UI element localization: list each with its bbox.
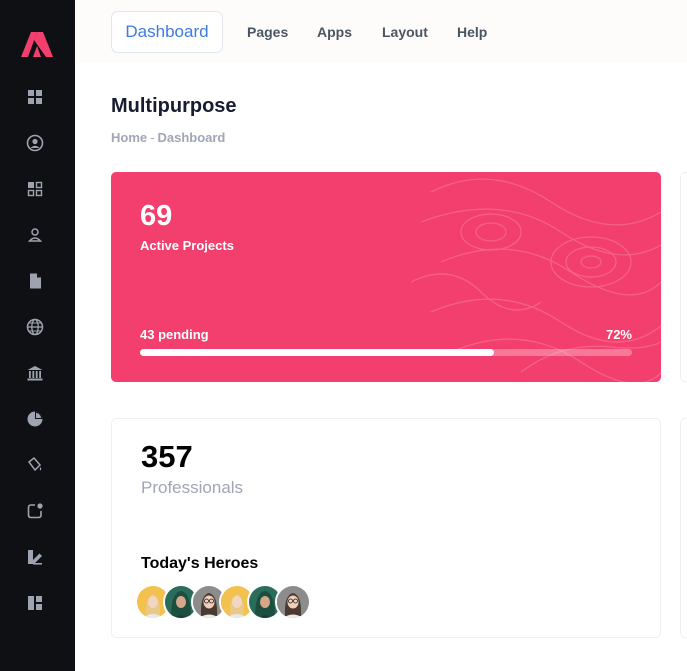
active-projects-count: 69 xyxy=(140,200,173,232)
notification-icon[interactable] xyxy=(25,501,45,521)
apps-icon[interactable] xyxy=(25,179,45,199)
top-navigation: Dashboard Pages Apps Layout Help xyxy=(75,0,687,63)
nav-pages[interactable]: Pages xyxy=(247,11,288,53)
professionals-card: 357 Professionals Today's Heroes xyxy=(111,418,661,638)
next-card-edge xyxy=(680,418,687,638)
breadcrumb-current: Dashboard xyxy=(157,130,226,145)
progress-bar-fill xyxy=(140,349,495,356)
user-circle-icon[interactable] xyxy=(25,133,45,153)
user-icon[interactable] xyxy=(25,225,45,245)
active-projects-label: Active Projects xyxy=(140,238,234,253)
page-title: Multipurpose xyxy=(111,95,237,117)
active-projects-card: 69 Active Projects 43 pending 72% xyxy=(111,172,661,382)
globe-icon[interactable] xyxy=(25,317,45,337)
brand-logo[interactable] xyxy=(19,30,55,58)
breadcrumb: Home - Dashboard xyxy=(111,130,225,145)
avatar-group xyxy=(135,584,335,620)
glasses-woman-avatar[interactable] xyxy=(275,584,311,620)
sidebar xyxy=(0,0,75,671)
heroes-title: Today's Heroes xyxy=(141,555,259,572)
layout-icon[interactable] xyxy=(25,593,45,613)
pending-count: 43 pending xyxy=(140,327,209,342)
professionals-count: 357 xyxy=(141,439,193,474)
next-card-edge xyxy=(680,172,687,382)
nav-help[interactable]: Help xyxy=(457,11,487,53)
grid-icon[interactable] xyxy=(25,87,45,107)
breadcrumb-separator: - xyxy=(150,130,155,145)
progress-percent: 72% xyxy=(605,327,632,342)
nav-dashboard[interactable]: Dashboard xyxy=(111,11,223,53)
bank-icon[interactable] xyxy=(25,363,45,383)
professionals-label: Professionals xyxy=(141,478,244,497)
pie-chart-icon[interactable] xyxy=(25,409,45,429)
edit-icon[interactable] xyxy=(25,547,45,567)
document-icon[interactable] xyxy=(25,271,45,291)
nav-layout[interactable]: Layout xyxy=(382,11,428,53)
main-content: Multipurpose Home - Dashboard 69 Active Pr… xyxy=(75,63,687,671)
progress-bar xyxy=(140,349,632,356)
paint-bucket-icon[interactable] xyxy=(25,455,45,475)
nav-apps[interactable]: Apps xyxy=(317,11,352,53)
breadcrumb-home[interactable]: Home xyxy=(111,130,147,145)
